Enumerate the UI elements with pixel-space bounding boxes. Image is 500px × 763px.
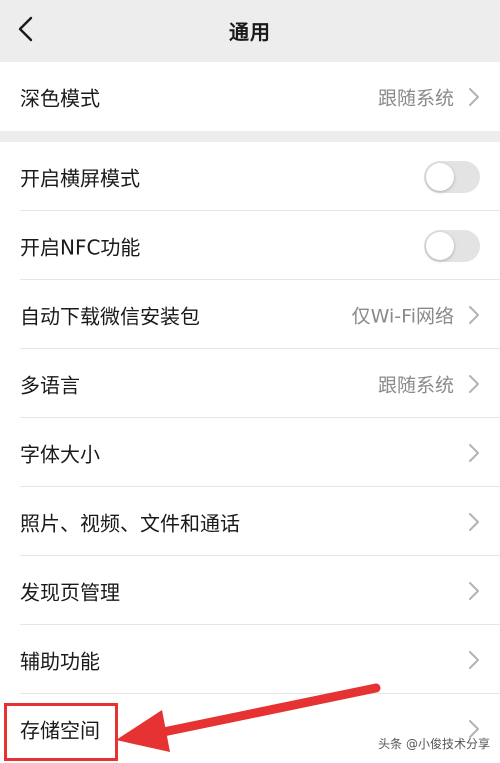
settings-row-language[interactable]: 多语言 跟随系统 bbox=[0, 349, 500, 418]
settings-row-auto-download[interactable]: 自动下载微信安装包 仅Wi-Fi网络 bbox=[0, 280, 500, 349]
nfc-toggle[interactable] bbox=[424, 229, 480, 262]
chevron-right-icon bbox=[469, 650, 479, 669]
settings-row-label: 开启NFC功能 bbox=[20, 235, 141, 259]
settings-row-label: 深色模式 bbox=[20, 86, 100, 110]
toggle-knob bbox=[426, 162, 454, 191]
chevron-right-icon bbox=[469, 512, 479, 531]
red-arrow-icon bbox=[116, 683, 381, 752]
chevron-right-icon bbox=[469, 581, 479, 600]
chevron-right-icon bbox=[469, 87, 479, 106]
settings-row-value: 仅Wi-Fi网络 bbox=[351, 305, 454, 327]
settings-row-media-files[interactable]: 照片、视频、文件和通话 bbox=[0, 487, 500, 556]
settings-row-label: 字体大小 bbox=[20, 442, 100, 466]
settings-row-value: 跟随系统 bbox=[377, 374, 454, 396]
page-title: 通用 bbox=[229, 20, 271, 44]
settings-row-landscape-mode[interactable]: 开启横屏模式 bbox=[0, 142, 500, 211]
settings-row-label: 自动下载微信安装包 bbox=[20, 304, 200, 328]
nav-bar: 通用 bbox=[0, 0, 500, 62]
chevron-right-icon bbox=[469, 305, 479, 324]
chevron-right-icon bbox=[469, 443, 479, 462]
landscape-mode-toggle[interactable] bbox=[424, 160, 480, 193]
chevron-right-icon bbox=[469, 374, 479, 393]
settings-row-label: 开启横屏模式 bbox=[20, 166, 140, 190]
settings-row-discover-management[interactable]: 发现页管理 bbox=[0, 556, 500, 625]
settings-row-label: 多语言 bbox=[20, 373, 80, 397]
settings-row-value: 跟随系统 bbox=[377, 87, 454, 109]
settings-row-nfc[interactable]: 开启NFC功能 bbox=[0, 211, 500, 280]
settings-group-display: 深色模式 跟随系统 bbox=[0, 62, 500, 131]
settings-row-label: 辅助功能 bbox=[20, 649, 100, 673]
highlight-box bbox=[4, 703, 118, 761]
settings-row-label: 发现页管理 bbox=[20, 580, 120, 604]
settings-group-general: 开启横屏模式 开启NFC功能 自动下载微信安装包 仅Wi-Fi网络 多语言 跟随… bbox=[0, 142, 500, 763]
settings-row-dark-mode[interactable]: 深色模式 跟随系统 bbox=[0, 62, 500, 131]
settings-row-label: 照片、视频、文件和通话 bbox=[20, 511, 240, 535]
toggle-knob bbox=[426, 231, 454, 260]
watermark: 头条 @小俊技术分享 bbox=[378, 737, 490, 751]
settings-row-font-size[interactable]: 字体大小 bbox=[0, 418, 500, 487]
